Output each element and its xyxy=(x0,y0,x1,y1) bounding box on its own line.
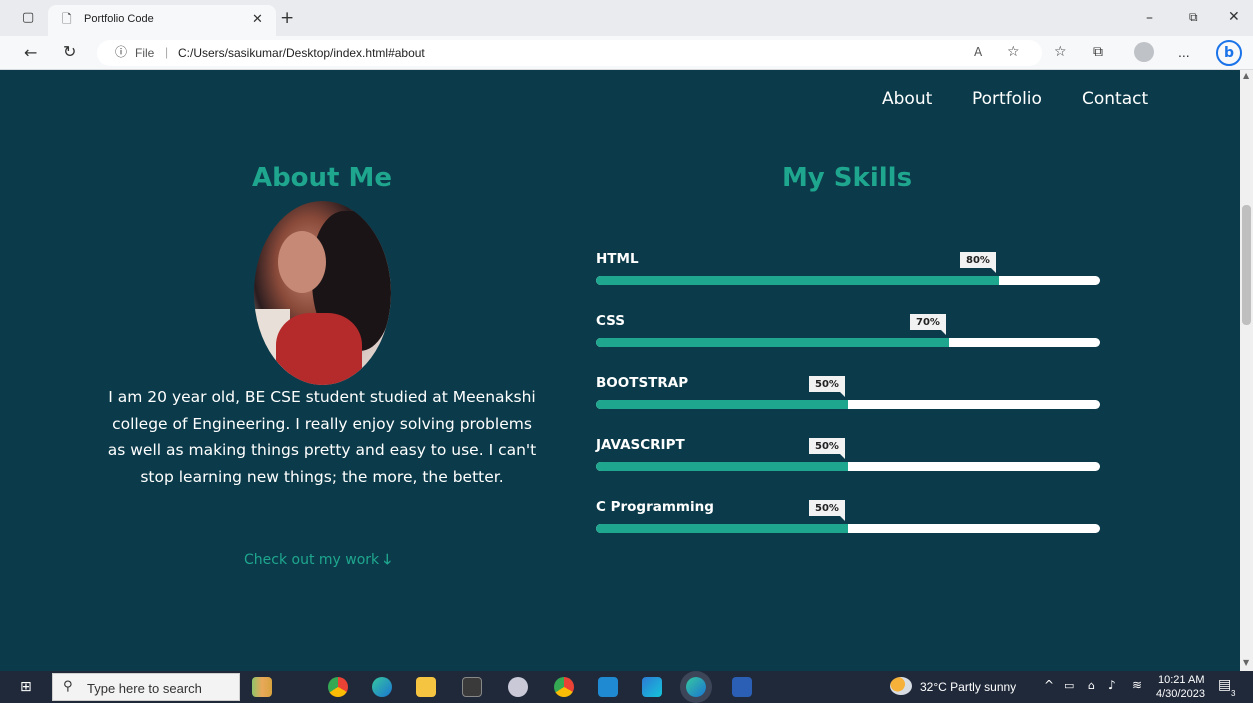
skill-name: HTML xyxy=(596,251,639,267)
page-content: About Portfolio Contact About Me I am 20… xyxy=(0,70,1240,671)
wifi-icon[interactable]: ≋ xyxy=(1132,679,1142,691)
skill-bar-fill xyxy=(596,276,999,285)
back-icon[interactable]: ← xyxy=(24,45,37,61)
notification-count: 3 xyxy=(1229,689,1238,698)
volume-icon[interactable]: ♪ xyxy=(1108,679,1116,691)
skill-bar-fill xyxy=(596,524,848,533)
skill-bar-track xyxy=(596,338,1100,347)
url-field[interactable]: ⓘ File | C:/Users/sasikumar/Desktop/inde… xyxy=(97,40,1042,66)
close-window-icon[interactable]: ✕ xyxy=(1228,10,1240,24)
nav-contact[interactable]: Contact xyxy=(1082,89,1148,109)
skill-bar-track xyxy=(596,462,1100,471)
scroll-up-icon[interactable]: ▲ xyxy=(1243,72,1249,80)
edge-active-icon[interactable] xyxy=(686,677,706,697)
weather-icon[interactable] xyxy=(890,677,912,695)
info-icon[interactable]: ⓘ xyxy=(115,46,127,58)
url-scheme-label: File xyxy=(135,46,155,60)
paint-icon[interactable] xyxy=(508,677,528,697)
skill-percent-badge: 70% xyxy=(910,314,946,335)
nav-about[interactable]: About xyxy=(882,89,932,109)
edge-icon[interactable] xyxy=(372,677,392,697)
more-options-icon[interactable]: ... xyxy=(1178,44,1190,60)
photo-dress xyxy=(276,313,362,385)
skill-percent-badge: 50% xyxy=(809,376,845,397)
skill-percent-badge: 50% xyxy=(809,438,845,459)
address-bar: ← ↻ ⓘ File | C:/Users/sasikumar/Desktop/… xyxy=(0,36,1253,70)
add-favorite-icon[interactable]: ☆ xyxy=(1007,45,1020,59)
check-out-work-label: Check out my work xyxy=(244,552,380,568)
vertical-scrollbar[interactable]: ▲ ▼ xyxy=(1240,70,1253,671)
chrome-icon[interactable] xyxy=(328,677,348,697)
show-hidden-icons[interactable]: ^ xyxy=(1044,679,1054,691)
nav-portfolio[interactable]: Portfolio xyxy=(972,89,1042,109)
taskbar: ⊞ ⚲ Type here to search 32°C Partly sunn… xyxy=(0,671,1253,703)
vscode-icon[interactable] xyxy=(598,677,618,697)
skill-name: C Programming xyxy=(596,499,714,515)
scroll-thumb[interactable] xyxy=(1242,205,1251,325)
tab-actions-icon[interactable]: ▢ xyxy=(22,11,34,24)
bing-icon[interactable]: b xyxy=(1216,40,1242,66)
skill-bar-fill xyxy=(596,462,848,471)
battery-icon[interactable]: ▭ xyxy=(1064,680,1074,691)
scroll-down-icon[interactable]: ▼ xyxy=(1243,659,1249,667)
close-tab-icon[interactable]: ✕ xyxy=(252,13,263,26)
profile-icon[interactable] xyxy=(1134,42,1154,62)
refresh-icon[interactable]: ↻ xyxy=(63,44,76,60)
url-text: C:/Users/sasikumar/Desktop/index.html#ab… xyxy=(178,46,425,60)
clock-time[interactable]: 10:21 AM xyxy=(1158,674,1204,686)
url-divider: | xyxy=(165,45,169,59)
skill-bar-fill xyxy=(596,338,949,347)
terminal-icon[interactable] xyxy=(462,677,482,697)
tab-portfolio[interactable]: 🗋 Portfolio Code ✕ xyxy=(48,5,276,36)
file-explorer-icon[interactable] xyxy=(416,677,436,697)
arrow-down-icon: 🡓 xyxy=(383,552,391,568)
skills-heading: My Skills xyxy=(781,163,913,193)
taskbar-search[interactable]: ⚲ Type here to search xyxy=(52,673,240,701)
tab-title: Portfolio Code xyxy=(84,13,154,25)
tab-bar: ▢ 🗋 Portfolio Code ✕ + – ⧉ ✕ xyxy=(0,0,1253,36)
skill-name: JAVASCRIPT xyxy=(596,437,685,453)
favorites-icon[interactable]: ☆ xyxy=(1054,45,1067,59)
skill-percent-badge: 50% xyxy=(809,500,845,521)
skill-bar-track xyxy=(596,524,1100,533)
search-placeholder: Type here to search xyxy=(87,681,202,696)
profile-photo xyxy=(254,201,391,385)
drinks-app-icon[interactable] xyxy=(252,677,272,697)
new-tab-icon[interactable]: + xyxy=(280,10,294,27)
weather-text[interactable]: 32°C Partly sunny xyxy=(920,680,1016,694)
read-aloud-icon[interactable]: A xyxy=(974,46,982,58)
word-icon[interactable] xyxy=(732,677,752,697)
skill-bar-track xyxy=(596,400,1100,409)
skill-name: CSS xyxy=(596,313,625,329)
photo-face xyxy=(278,231,326,293)
about-heading: About Me xyxy=(251,163,393,193)
page-icon: 🗋 xyxy=(62,12,72,26)
chrome-profile-icon[interactable] xyxy=(554,677,574,697)
skill-name: BOOTSTRAP xyxy=(596,375,689,391)
collections-icon[interactable]: ⧉ xyxy=(1093,45,1103,59)
windows-start-icon[interactable]: ⊞ xyxy=(20,680,32,694)
about-description: I am 20 year old, BE CSE student studied… xyxy=(107,388,537,486)
minimize-icon[interactable]: – xyxy=(1146,11,1153,25)
clock-date[interactable]: 4/30/2023 xyxy=(1156,688,1205,700)
skill-bar-track xyxy=(596,276,1100,285)
check-out-work-link[interactable]: Check out my work 🡓 xyxy=(244,549,391,573)
skill-bar-fill xyxy=(596,400,848,409)
skill-percent-badge: 80% xyxy=(960,252,996,273)
photos-icon[interactable] xyxy=(642,677,662,697)
device-icon[interactable]: ⌂ xyxy=(1088,680,1095,691)
restore-icon[interactable]: ⧉ xyxy=(1189,11,1198,23)
search-icon: ⚲ xyxy=(63,679,73,694)
